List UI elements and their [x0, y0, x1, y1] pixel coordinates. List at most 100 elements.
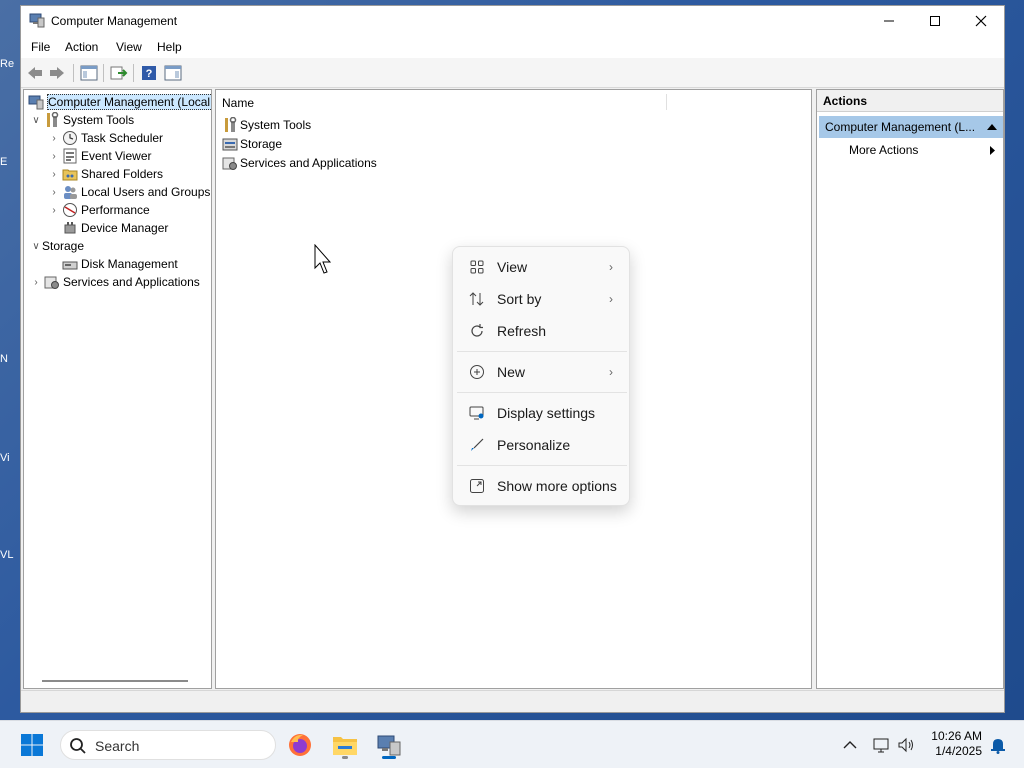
- desktop-icon-label[interactable]: Re: [0, 58, 22, 70]
- desktop-icon-label[interactable]: E: [0, 156, 22, 168]
- chevron-right-icon: ›: [609, 292, 613, 306]
- show-hide-tree-button[interactable]: [79, 63, 99, 83]
- tree-item-local-users-and-groups[interactable]: › Local Users and Groups: [48, 183, 210, 201]
- tree-item-task-scheduler[interactable]: › Task Scheduler: [48, 129, 163, 147]
- device-icon: [62, 220, 78, 236]
- show-hidden-icons-button[interactable]: [834, 729, 866, 761]
- chevron-right-icon[interactable]: ›: [48, 183, 60, 201]
- more-actions-item[interactable]: More Actions: [849, 143, 918, 157]
- menu-view[interactable]: View: [116, 40, 142, 54]
- context-menu-sort-by[interactable]: Sort by ›: [457, 283, 627, 315]
- tree-item-storage[interactable]: ∨ Storage: [30, 237, 84, 255]
- list-item-label: Services and Applications: [240, 156, 377, 170]
- firefox-taskbar-button[interactable]: [284, 729, 316, 761]
- search-icon: [70, 738, 86, 754]
- chevron-up-icon: [843, 741, 857, 749]
- context-menu-new[interactable]: New ›: [457, 356, 627, 388]
- tree-item-label: Storage: [42, 239, 85, 253]
- sort-icon: [457, 283, 497, 315]
- tree-item-system-tools[interactable]: ∨ System Tools: [30, 111, 134, 129]
- chevron-down-icon[interactable]: ∨: [30, 111, 42, 129]
- taskbar-search[interactable]: Search: [60, 730, 276, 760]
- horizontal-scrollbar[interactable]: [42, 680, 188, 682]
- desktop-context-menu: View › Sort by › Refresh New › Display s…: [452, 246, 630, 506]
- menu-action[interactable]: Action: [65, 40, 98, 54]
- computer-management-taskbar-button[interactable]: [373, 729, 405, 761]
- chevron-down-icon[interactable]: ∨: [30, 237, 42, 255]
- tree-item-services-and-applications[interactable]: › Services and Applications: [30, 273, 200, 291]
- refresh-icon: [457, 315, 497, 347]
- context-menu-view[interactable]: View ›: [457, 251, 627, 283]
- close-icon: [975, 15, 987, 27]
- file-explorer-taskbar-button[interactable]: [329, 729, 361, 761]
- shared-folder-icon: [62, 166, 78, 182]
- help-icon: ?: [142, 66, 156, 80]
- notifications-button[interactable]: [982, 729, 1014, 761]
- context-menu-separator: [457, 465, 627, 466]
- tree-item-label: System Tools: [63, 113, 135, 127]
- context-menu-show-more-options[interactable]: Show more options: [457, 470, 627, 502]
- toolbar-separator: [73, 64, 74, 82]
- context-menu-personalize[interactable]: Personalize: [457, 429, 627, 461]
- tree-item-label: Services and Applications: [63, 275, 200, 289]
- tree-item-label: Disk Management: [81, 257, 178, 271]
- list-item[interactable]: Storage: [222, 135, 282, 153]
- console-tree-icon: [80, 65, 98, 81]
- actions-section-computer-management[interactable]: Computer Management (L...: [819, 116, 1003, 138]
- back-button[interactable]: [25, 63, 45, 83]
- chevron-right-icon[interactable]: ›: [48, 147, 60, 165]
- tree-item-disk-management[interactable]: Disk Management: [60, 255, 178, 273]
- computer-management-icon: [377, 735, 401, 756]
- close-button[interactable]: [958, 6, 1004, 36]
- firefox-icon: [289, 734, 311, 756]
- tree-item-shared-folders[interactable]: › Shared Folders: [48, 165, 163, 183]
- tree-item-event-viewer[interactable]: › Event Viewer: [48, 147, 151, 165]
- clock-date: 1/4/2025: [935, 744, 982, 758]
- show-hide-action-pane-button[interactable]: [163, 63, 183, 83]
- action-pane-icon: [164, 65, 182, 81]
- start-button[interactable]: [16, 729, 48, 761]
- column-header-name[interactable]: Name: [222, 96, 254, 110]
- chevron-right-icon[interactable]: ›: [30, 273, 42, 291]
- volume-button[interactable]: [890, 729, 922, 761]
- context-menu-display-settings[interactable]: Display settings: [457, 397, 627, 429]
- chevron-right-icon[interactable]: ›: [48, 201, 60, 219]
- taskbar-clock[interactable]: 10:26 AM 1/4/2025: [931, 729, 982, 759]
- windows-logo-icon: [21, 734, 43, 756]
- network-icon: [873, 738, 889, 753]
- help-button[interactable]: ?: [139, 63, 159, 83]
- toolbar: ?: [21, 58, 1004, 88]
- desktop-icon-label[interactable]: Vi: [0, 452, 22, 464]
- actions-header: Actions: [817, 90, 1003, 112]
- context-menu-refresh[interactable]: Refresh: [457, 315, 627, 347]
- list-item[interactable]: System Tools: [222, 116, 311, 134]
- list-item[interactable]: Services and Applications: [222, 154, 377, 172]
- desktop-icon-label[interactable]: VL: [0, 549, 22, 561]
- collapse-up-icon[interactable]: [987, 124, 997, 130]
- desktop-icon-label[interactable]: N: [0, 353, 22, 365]
- chevron-right-icon: ›: [609, 260, 613, 274]
- menu-help[interactable]: Help: [157, 40, 182, 54]
- tree-item-label: Task Scheduler: [81, 131, 164, 145]
- maximize-button[interactable]: [912, 6, 958, 36]
- minimize-button[interactable]: [866, 6, 912, 36]
- export-list-button[interactable]: [109, 63, 129, 83]
- context-menu-separator: [457, 392, 627, 393]
- menu-file[interactable]: File: [31, 40, 50, 54]
- search-placeholder: Search: [95, 738, 140, 754]
- maximize-icon: [930, 16, 940, 26]
- column-divider[interactable]: [666, 94, 667, 110]
- context-menu-label: Show more options: [497, 478, 617, 494]
- open-indicator: [342, 756, 348, 759]
- context-menu-label: Personalize: [497, 437, 571, 453]
- toolbar-separator: [133, 64, 134, 82]
- add-circle-icon: [457, 356, 497, 388]
- chevron-right-icon[interactable]: ›: [48, 165, 60, 183]
- actions-pane: Actions Computer Management (L... More A…: [816, 89, 1004, 689]
- context-menu-label: Sort by: [497, 291, 542, 307]
- tree-item-device-manager[interactable]: Device Manager: [60, 219, 168, 237]
- forward-button[interactable]: [47, 63, 67, 83]
- chevron-right-icon[interactable]: ›: [48, 129, 60, 147]
- tree-item-root[interactable]: Computer Management (Local: [26, 93, 211, 111]
- tree-item-performance[interactable]: › Performance: [48, 201, 150, 219]
